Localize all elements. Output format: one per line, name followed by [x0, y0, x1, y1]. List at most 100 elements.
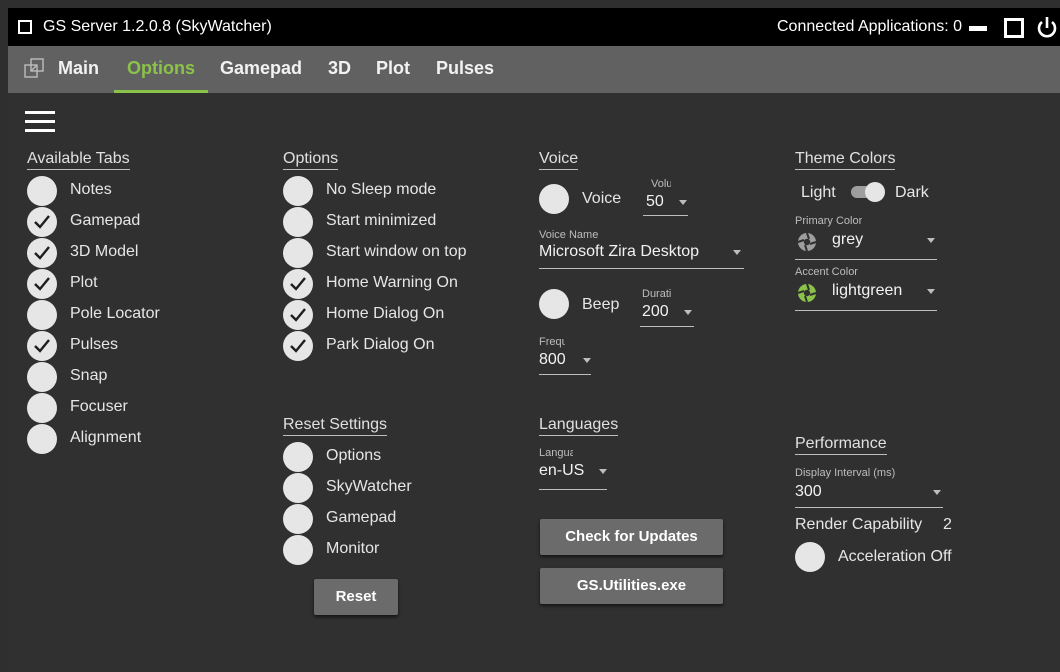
- voice-name-select[interactable]: Voice Name Microsoft Zira Desktop: [539, 228, 744, 269]
- palette-icon: [797, 232, 817, 252]
- beep-label: Beep: [582, 296, 620, 313]
- item-label: Pulses: [70, 336, 119, 353]
- performance-title: Performance: [795, 435, 887, 455]
- chevron-down-icon: [679, 200, 687, 205]
- theme-colors-title: Theme Colors: [795, 150, 896, 170]
- utilities-button[interactable]: GS.Utilities.exe: [540, 568, 723, 604]
- available-tabs-title: Available Tabs: [27, 150, 130, 170]
- primary-color-caption: Primary Color: [795, 215, 863, 227]
- language-select[interactable]: Languag en-US: [539, 446, 607, 490]
- item-label: Alignment: [70, 429, 142, 446]
- options-title: Options: [283, 150, 339, 170]
- item-label: Options: [326, 447, 382, 464]
- checkbox-circle: [539, 289, 569, 319]
- chevron-down-icon: [583, 358, 591, 363]
- volume-caption: Volu: [651, 178, 671, 190]
- reset-button[interactable]: Reset: [314, 579, 398, 615]
- duration-value: 200: [642, 303, 669, 320]
- checkbox-circle: [27, 269, 57, 299]
- volume-select[interactable]: Volu 50: [643, 176, 688, 216]
- palette-icon: [797, 283, 817, 303]
- render-capability-value: 2: [943, 516, 952, 533]
- theme-toggle[interactable]: [851, 182, 885, 202]
- checkbox-circle: [27, 362, 57, 392]
- tab-gamepad[interactable]: Gamepad: [220, 58, 302, 79]
- checkbox-circle: [27, 300, 57, 330]
- chevron-down-icon: [933, 490, 941, 495]
- accent-color-caption: Accent Color: [795, 266, 858, 278]
- item-label: Monitor: [326, 540, 380, 557]
- checkbox-circle: [283, 269, 313, 299]
- checkmark-icon: [34, 246, 50, 260]
- reset-settings-title: Reset Settings: [283, 416, 388, 436]
- check-updates-button[interactable]: Check for Updates: [540, 519, 723, 555]
- checkmark-icon: [290, 308, 306, 322]
- title-bar: GS Server 1.2.0.8 (SkyWatcher) Connected…: [8, 8, 1060, 46]
- checkbox-circle: [27, 393, 57, 423]
- item-label: Start minimized: [326, 212, 437, 229]
- item-label: Park Dialog On: [326, 336, 435, 353]
- duration-select[interactable]: Durati 200: [640, 287, 694, 327]
- accent-color-select[interactable]: Accent Color lightgreen: [795, 265, 937, 311]
- display-interval-value: 300: [795, 483, 822, 500]
- checkbox-circle: [283, 207, 313, 237]
- frequency-value: 800: [539, 351, 566, 368]
- render-capability-label: Render Capability: [795, 516, 923, 533]
- checkmark-icon: [34, 277, 50, 291]
- tab-3d[interactable]: 3D: [328, 58, 351, 79]
- checkbox-circle: [27, 176, 57, 206]
- item-label: Home Dialog On: [326, 305, 445, 322]
- checkbox-circle: [283, 331, 313, 361]
- checkbox-circle: [283, 238, 313, 268]
- item-label: Plot: [70, 274, 98, 291]
- tab-plot[interactable]: Plot: [376, 58, 410, 79]
- item-label: Notes: [70, 181, 112, 198]
- voice-title: Voice: [539, 150, 579, 170]
- checkbox-circle: [283, 300, 313, 330]
- popout-icon[interactable]: [24, 58, 44, 78]
- languages-title: Languages: [539, 416, 619, 436]
- checkmark-icon: [290, 339, 306, 353]
- checkmark-icon: [34, 215, 50, 229]
- window-icon: [18, 20, 32, 34]
- toggle-thumb: [865, 182, 885, 202]
- hamburger-menu-icon[interactable]: [25, 111, 55, 133]
- options-panel: Available Tabs Notes Gamepad 3D Model Plot P…: [8, 93, 1060, 672]
- checkbox-circle: [27, 207, 57, 237]
- voice-name-value: Microsoft Zira Desktop: [539, 243, 700, 260]
- item-label: Focuser: [70, 398, 128, 415]
- window-title: GS Server 1.2.0.8 (SkyWatcher): [43, 18, 272, 35]
- maximize-icon[interactable]: [1004, 18, 1024, 38]
- minimize-icon[interactable]: [969, 26, 987, 31]
- chevron-down-icon: [927, 238, 935, 243]
- frequency-select[interactable]: Frequ 800: [539, 335, 591, 375]
- checkbox-circle: [283, 176, 313, 206]
- display-interval-select[interactable]: Display Interval (ms) 300: [795, 466, 943, 508]
- language-value: en-US: [539, 462, 585, 479]
- item-label: Gamepad: [326, 509, 397, 526]
- volume-value: 50: [646, 193, 664, 210]
- primary-color-select[interactable]: Primary Color grey: [795, 214, 937, 260]
- item-label: No Sleep mode: [326, 181, 437, 198]
- primary-color-value: grey: [832, 231, 864, 248]
- tab-pulses[interactable]: Pulses: [436, 58, 494, 79]
- theme-light-label: Light: [801, 184, 836, 201]
- item-label: SkyWatcher: [326, 478, 412, 495]
- connected-applications: Connected Applications: 0: [776, 18, 962, 35]
- tab-main[interactable]: Main: [58, 58, 99, 79]
- checkbox-circle: [27, 424, 57, 454]
- power-icon[interactable]: [1036, 15, 1058, 41]
- item-label: Start window on top: [326, 243, 467, 260]
- tab-bar: Main Options Gamepad 3D Plot Pulses: [8, 46, 1060, 93]
- checkbox-circle: [27, 331, 57, 361]
- checkbox-circle: [27, 238, 57, 268]
- checkbox-circle: [283, 504, 313, 534]
- tab-options[interactable]: Options: [127, 58, 195, 79]
- voice-label: Voice: [582, 190, 622, 207]
- duration-caption: Durati: [642, 288, 672, 300]
- checkbox-circle: [283, 442, 313, 472]
- checkbox-circle: [795, 542, 825, 572]
- voice-name-caption: Voice Name: [539, 229, 599, 241]
- item-label: Snap: [70, 367, 108, 384]
- chevron-down-icon: [927, 289, 935, 294]
